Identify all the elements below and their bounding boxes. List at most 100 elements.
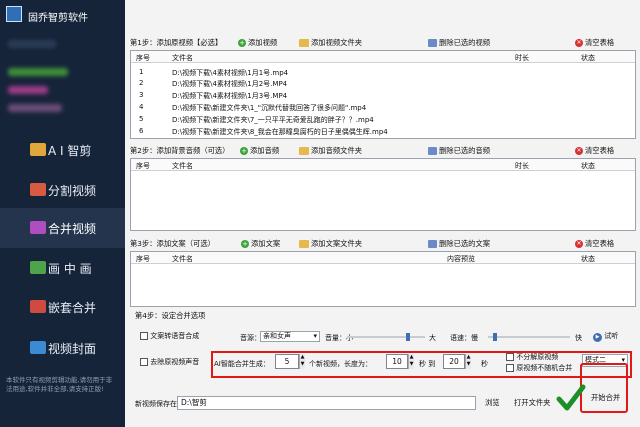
blurred-text: [8, 40, 56, 48]
row-number: 6: [139, 127, 144, 135]
button-label: 删除已选的文案: [439, 239, 491, 248]
button-label: 清空表格: [585, 239, 615, 248]
sidebar-item-label: 合并视频: [48, 221, 97, 236]
button-label: 删除已选的音频: [439, 146, 491, 155]
remove-audio-checkbox[interactable]: 去除原视频声音: [140, 357, 199, 367]
sidebar-item-ai-edit[interactable]: A I 智剪: [0, 130, 125, 170]
sidebar-item-merge[interactable]: 合并视频: [0, 208, 125, 248]
sidebar-item-label: 嵌套合并: [48, 300, 97, 315]
sidebar-item-cover[interactable]: 视频封面: [0, 328, 125, 368]
close-icon: ✕: [575, 147, 583, 155]
video-table[interactable]: 序号 文件名 时长 状态 1 D:\视频下载\4素材视频\1月1号.mp4 2 D:…: [130, 50, 636, 139]
sidebar-item-label: 分割视频: [48, 183, 97, 198]
clear-table-button[interactable]: ✕ 清空表格: [575, 146, 614, 156]
browse-button[interactable]: 浏览: [485, 396, 500, 410]
checkmark-icon: [556, 384, 586, 411]
add-video-folder-button[interactable]: 添加视频文件夹: [299, 38, 362, 48]
table-row[interactable]: 3 D:\视频下载\4素材视频\1月3号.MP4: [131, 89, 635, 100]
add-video-button[interactable]: + 添加视频: [238, 38, 277, 48]
add-audio-button[interactable]: + 添加音频: [240, 146, 279, 156]
output-path-input[interactable]: D:\智剪: [177, 396, 476, 410]
checkbox-label: 文案转语音合成: [150, 332, 200, 340]
button-label: 添加视频文件夹: [311, 38, 363, 47]
open-folder-button[interactable]: 打开文件夹: [514, 396, 550, 410]
row-file: D:\视频下载\新建文件夹\1_"沉默代替我回答了很多问题".mp4: [172, 104, 367, 112]
plus-icon: +: [238, 39, 246, 47]
row-number: 3: [139, 91, 144, 99]
tts-checkbox[interactable]: 文案转语音合成: [140, 331, 199, 341]
close-icon: ✕: [575, 240, 583, 248]
button-label: 清空表格: [585, 38, 615, 47]
step3-toolbar: 第3步：添加文案（可选） + 添加文案 添加文案文件夹 删除已选的文案 ✕ 清空表格: [125, 236, 640, 250]
column-header: 内容预览: [447, 255, 475, 263]
row-number: 5: [139, 115, 144, 123]
highlight-box: [580, 363, 628, 413]
table-row[interactable]: 6 D:\视频下载\新建文件夹\8_我会在那瞳臭腐朽的日子里偶偶生辉.mp4: [131, 125, 635, 136]
button-label: 清空表格: [585, 146, 615, 155]
sidebar-item-nest[interactable]: 嵌套合并: [0, 287, 125, 327]
delete-selected-video-button[interactable]: 删除已选的视频: [428, 38, 490, 48]
chevron-down-icon: ▾: [313, 332, 317, 340]
table-row[interactable]: 1 D:\视频下载\4素材视频\1月1号.mp4: [131, 66, 635, 77]
listen-label: 试听: [604, 332, 619, 340]
sidebar-item-label: 视频封面: [48, 341, 97, 356]
delete-icon: [428, 240, 437, 248]
app-logo: [6, 6, 22, 22]
play-icon: ▶: [593, 333, 602, 342]
sidebar-item-pip[interactable]: 画 中 画: [0, 248, 125, 288]
button-label: 添加文案文件夹: [311, 239, 363, 248]
copy-table[interactable]: 序号 文件名 内容预览 状态: [130, 251, 636, 307]
folder-icon: [299, 240, 309, 248]
step2-label: 第2步：添加背景音频（可选）: [130, 146, 230, 155]
delete-icon: [428, 147, 437, 155]
button-label: 添加文案: [251, 239, 281, 248]
split-icon: [30, 183, 46, 196]
checkbox-box: [140, 358, 148, 366]
sidebar-item-split[interactable]: 分割视频: [0, 170, 125, 210]
table-header: 序号 文件名 时长 状态: [131, 51, 635, 63]
slider-thumb[interactable]: [493, 333, 498, 341]
blurred-text: [8, 104, 62, 112]
sidebar: 固乔智剪软件 A I 智剪 分割视频 合并视频 画 中 画 嵌套合并 视频封面 …: [0, 0, 125, 427]
column-header: 时长: [515, 162, 529, 170]
row-file: D:\视频下载\新建文件夹\8_我会在那瞳臭腐朽的日子里偶偶生辉.mp4: [172, 128, 388, 136]
slider-thumb[interactable]: [406, 333, 411, 341]
row-number: 1: [139, 68, 144, 76]
close-icon: ✕: [575, 39, 583, 47]
delete-selected-copy-button[interactable]: 删除已选的文案: [428, 239, 490, 249]
listen-button[interactable]: ▶ 试听: [593, 331, 618, 342]
step1-label: 第1步：添加原视频【必选】: [130, 38, 223, 47]
voice-select[interactable]: 亲和女声 ▾: [260, 331, 320, 342]
sidebar-item-label: A I 智剪: [48, 143, 92, 158]
button-label: 添加音频: [250, 146, 280, 155]
ai-icon: [30, 143, 46, 156]
row-number: 2: [139, 79, 144, 87]
table-row[interactable]: 5 D:\视频下载\新建文件夹\7_一只平平无奇爱乱跑的胖子？？.mp4: [131, 113, 635, 124]
add-copy-button[interactable]: + 添加文案: [241, 239, 280, 249]
row-file: D:\视频下载\新建文件夹\7_一只平平无奇爱乱跑的胖子？？.mp4: [172, 116, 374, 124]
audio-table[interactable]: 序号 文件名 时长 状态: [130, 158, 636, 231]
volume-max-label: 大: [429, 334, 436, 342]
clear-table-button[interactable]: ✕ 清空表格: [575, 38, 614, 48]
column-header: 时长: [515, 54, 529, 62]
row-file: D:\视频下载\4素材视频\1月2号.MP4: [172, 80, 288, 88]
speed-label: 语速：慢: [450, 334, 478, 342]
volume-slider[interactable]: [347, 331, 425, 343]
merge-icon: [30, 221, 46, 234]
slider-track: [347, 336, 425, 338]
speed-max-label: 快: [575, 334, 582, 342]
folder-icon: [299, 39, 309, 47]
add-copy-folder-button[interactable]: 添加文案文件夹: [299, 239, 362, 249]
column-header: 文件名: [172, 54, 193, 62]
table-row[interactable]: 2 D:\视频下载\4素材视频\1月2号.MP4: [131, 77, 635, 88]
folder-icon: [299, 147, 309, 155]
table-row[interactable]: 4 D:\视频下载\新建文件夹\1_"沉默代替我回答了很多问题".mp4: [131, 101, 635, 112]
delete-selected-audio-button[interactable]: 删除已选的音频: [428, 146, 490, 156]
row-number: 4: [139, 103, 144, 111]
clear-table-button[interactable]: ✕ 清空表格: [575, 239, 614, 249]
add-audio-folder-button[interactable]: 添加音频文件夹: [299, 146, 362, 156]
step4-label: 第4步：设定合并选项: [135, 311, 206, 320]
column-header: 状态: [581, 54, 595, 62]
speed-slider[interactable]: [488, 331, 570, 343]
highlight-box: [211, 351, 632, 378]
